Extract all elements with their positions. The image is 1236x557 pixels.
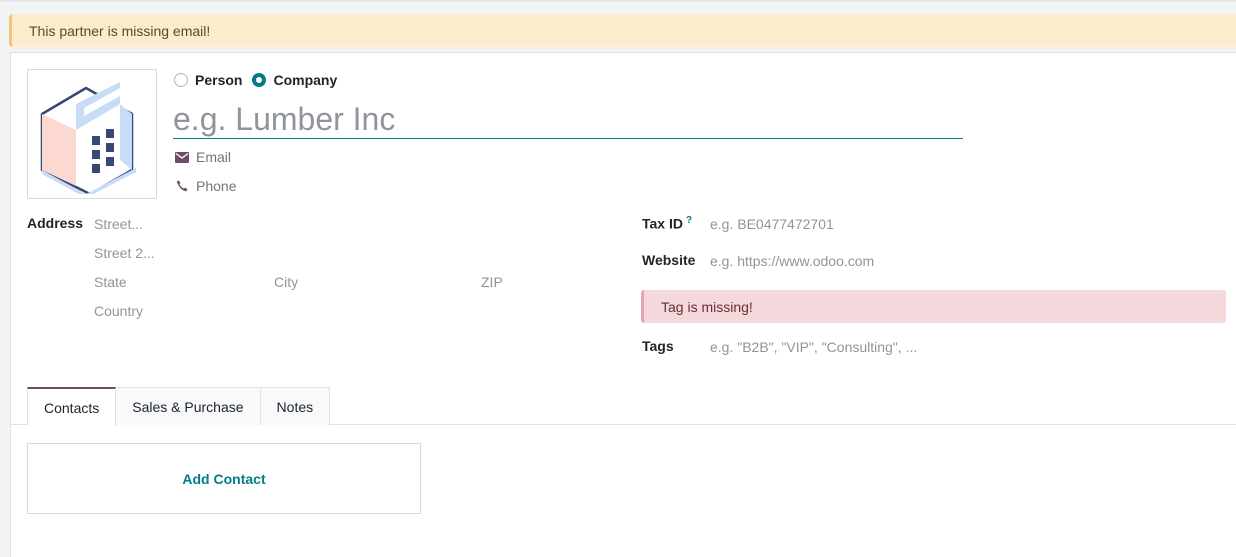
tab-notes[interactable]: Notes (260, 387, 331, 425)
street-input[interactable]: Street... (94, 216, 143, 232)
tax-id-help-icon[interactable]: ? (686, 215, 692, 226)
tags-label: Tags (642, 338, 674, 354)
tags-input[interactable]: e.g. "B2B", "VIP", "Consulting", ... (710, 339, 917, 355)
form-sheet: Person Company Email Phone Address Stree… (10, 52, 1236, 557)
envelope-icon (175, 151, 189, 163)
email-row[interactable]: Email (175, 149, 231, 165)
building-icon (40, 82, 136, 194)
tag-missing-alert: Tag is missing! (641, 290, 1226, 323)
add-contact-button[interactable]: Add Contact (182, 471, 265, 487)
tax-id-input[interactable]: e.g. BE0477472701 (710, 216, 834, 232)
radio-person[interactable]: Person (174, 72, 242, 88)
tab-sales-purchase[interactable]: Sales & Purchase (116, 387, 261, 425)
tax-id-label-text: Tax ID (642, 215, 683, 232)
website-label: Website (642, 252, 696, 268)
phone-icon (175, 180, 189, 192)
street2-input[interactable]: Street 2... (94, 245, 155, 261)
company-name-input[interactable] (173, 101, 963, 139)
state-input[interactable]: State (94, 274, 127, 290)
company-avatar[interactable] (27, 69, 157, 199)
radio-company-label: Company (273, 72, 338, 88)
warning-text: This partner is missing email! (29, 23, 211, 39)
phone-placeholder: Phone (196, 178, 237, 194)
website-input[interactable]: e.g. https://www.odoo.com (710, 253, 874, 269)
radio-person-label: Person (195, 72, 243, 88)
tax-id-label: Tax ID? (642, 215, 692, 232)
add-contact-card[interactable]: Add Contact (27, 443, 421, 514)
radio-company-circle[interactable] (252, 73, 267, 87)
email-placeholder: Email (196, 149, 232, 165)
phone-row[interactable]: Phone (175, 178, 236, 194)
radio-company[interactable]: Company (252, 72, 337, 88)
city-input[interactable]: City (274, 274, 298, 290)
company-type-selector: Person Company (174, 72, 347, 88)
notebook-tabs: Contacts Sales & Purchase Notes (27, 387, 331, 426)
address-label: Address (27, 215, 84, 231)
country-input[interactable]: Country (94, 303, 143, 319)
tab-contacts[interactable]: Contacts (27, 387, 117, 426)
tag-missing-text: Tag is missing! (661, 299, 753, 315)
radio-person-circle[interactable] (174, 73, 188, 87)
missing-email-warning: This partner is missing email! (9, 14, 1236, 47)
zip-input[interactable]: ZIP (481, 274, 503, 290)
top-border (0, 0, 1236, 2)
